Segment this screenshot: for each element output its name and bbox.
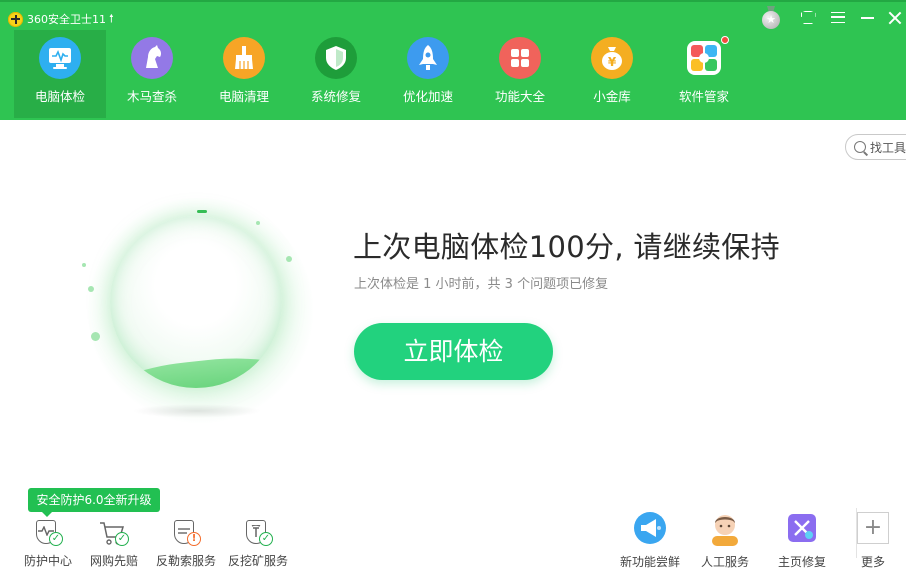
tab-computer-cleanup[interactable]: 电脑清理 [198,30,290,118]
support-agent-icon [707,510,743,546]
homepage-repair-button[interactable]: 主页修复 [770,510,834,570]
check-now-button[interactable]: 立即体检 [354,323,553,380]
header-bar: 360安全卫士11 🠕 ★ 电脑体检 木马查杀 电脑清理 系统修复 优化加速 功… [0,0,906,120]
check-badge-icon: ✓ [115,532,129,546]
up-arrow-icon[interactable]: 🠕 [109,10,114,29]
menu-button[interactable] [828,8,848,28]
anti-ransomware-icon: ! [171,518,201,548]
tab-label: 电脑体检 [34,89,85,104]
main-tabs: 电脑体检 木马查杀 电脑清理 系统修复 优化加速 功能大全 ¥ 小金库 软件管家 [14,30,750,118]
broom-icon [223,37,265,79]
checkup-headline: 上次电脑体检100分, 请继续保持 [353,230,780,264]
minimize-button[interactable] [857,8,877,28]
find-tools-button[interactable]: 找工具 [845,134,906,160]
close-icon [888,11,902,25]
orb-particle [88,286,94,292]
orb-particle [91,332,100,341]
app-brand: 360安全卫士11 🠕 [8,10,114,28]
notification-dot [721,36,729,44]
tab-computer-checkup[interactable]: 电脑体检 [14,30,106,118]
human-service-label: 人工服务 [700,555,749,569]
shopping-compensation-button[interactable]: ✓ 网购先赔 [80,518,148,570]
rocket-icon [407,37,449,79]
skin-button[interactable] [798,8,818,28]
medal-disc: ★ [762,11,780,29]
tab-label: 功能大全 [494,89,545,104]
shopping-compensation-label: 网购先赔 [89,554,138,568]
tab-label: 优化加速 [402,89,453,104]
new-features-button[interactable]: 新功能尝鲜 [618,510,682,570]
header-top-line [0,0,906,2]
tab-system-repair[interactable]: 系统修复 [290,30,382,118]
checkup-orb [80,190,320,440]
orb-particle [286,256,292,262]
orb-comet [197,210,207,213]
tab-label: 软件管家 [678,89,729,104]
anti-mining-icon: ✓ [243,518,273,548]
orb-particle [256,221,260,225]
app-logo-icon [8,11,23,27]
svg-text:¥: ¥ [608,55,617,69]
menu-icon [831,12,845,23]
more-button[interactable]: + 更多 [841,510,905,570]
tab-label: 电脑清理 [218,89,269,104]
upgrade-badge[interactable]: 安全防护6.0全新升级 [28,488,160,517]
homepage-repair-label: 主页修复 [777,555,826,569]
anti-mining-button[interactable]: ✓ 反挖矿服务 [224,518,292,570]
tab-label: 小金库 [593,89,631,104]
check-badge-icon: ✓ [49,532,63,546]
human-service-button[interactable]: 人工服务 [693,510,757,570]
tab-trojan-scan[interactable]: 木马查杀 [106,30,198,118]
find-tools-label: 找工具 [870,140,906,155]
anti-ransomware-button[interactable]: ! 反勒索服务 [152,518,220,570]
protection-center-icon: ✓ [33,518,63,548]
monitor-icon [39,37,81,79]
close-button[interactable] [885,8,905,28]
grid-icon [499,37,541,79]
search-icon [854,141,866,153]
protection-center-button[interactable]: ✓ 防护中心 [14,518,82,570]
check-badge-icon: ✓ [259,532,273,546]
tab-optimize-speedup[interactable]: 优化加速 [382,30,474,118]
shopping-cart-icon: ✓ [99,518,129,548]
anti-ransomware-label: 反勒索服务 [155,554,216,568]
tab-label: 木马查杀 [126,89,177,104]
tab-label: 系统修复 [310,89,361,104]
orb-shadow [132,404,262,418]
shield-icon [315,37,357,79]
protection-center-label: 防护中心 [23,554,72,568]
tab-all-features[interactable]: 功能大全 [474,30,566,118]
plus-icon: + [857,512,889,544]
new-features-label: 新功能尝鲜 [619,555,680,569]
tab-small-vault[interactable]: ¥ 小金库 [566,30,658,118]
software-icon [683,36,729,79]
anti-mining-label: 反挖矿服务 [227,554,288,568]
shirt-icon [800,11,816,24]
orb-sphere [110,216,282,388]
horse-icon [131,37,173,79]
homepage-repair-icon [784,510,820,546]
tab-software-manager[interactable]: 软件管家 [658,30,750,118]
checkup-subline: 上次体检是 1 小时前，共 3 个问题项已修复 [354,277,609,292]
orb-particle [82,263,86,267]
minimize-icon [860,17,874,19]
medal-icon[interactable]: ★ [762,6,780,29]
app-title: 360安全卫士11 [27,13,106,26]
more-label: 更多 [860,555,885,569]
yen-coin-icon: ¥ [591,37,633,79]
warning-badge-icon: ! [187,532,201,546]
megaphone-icon [632,510,668,546]
